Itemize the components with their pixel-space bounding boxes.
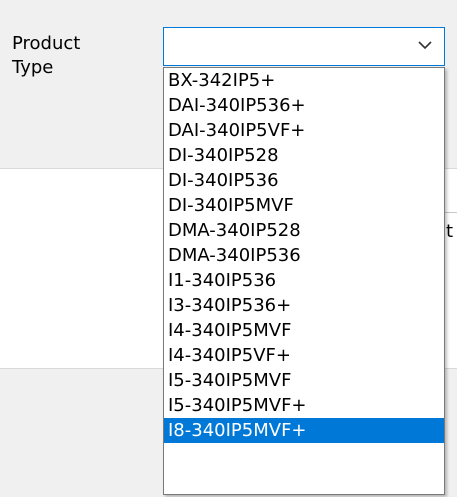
dropdown-option[interactable]: DMA-340IP528 xyxy=(164,218,444,243)
dropdown-option[interactable]: DI-340IP5MVF xyxy=(164,193,444,218)
product-type-label: Product Type xyxy=(12,32,132,80)
dropdown-option[interactable]: BX-342IP5+ xyxy=(164,68,444,93)
dropdown-option[interactable]: I4-340IP5VF+ xyxy=(164,343,444,368)
dropdown-option[interactable]: I4-340IP5MVF xyxy=(164,318,444,343)
background-partial-text: t xyxy=(446,221,454,242)
chevron-down-icon[interactable] xyxy=(416,36,434,54)
dropdown-option[interactable]: DI-340IP536 xyxy=(164,168,444,193)
dropdown-option[interactable]: I8-340IP5MVF+ xyxy=(164,418,444,443)
product-type-dropdown-list[interactable]: BX-342IP5+ DAI-340IP536+ DAI-340IP5VF+ DI-3… xyxy=(163,67,445,495)
dropdown-option[interactable]: DAI-340IP536+ xyxy=(164,93,444,118)
dropdown-option[interactable]: I5-340IP5MVF xyxy=(164,368,444,393)
dropdown-option[interactable]: DAI-340IP5VF+ xyxy=(164,118,444,143)
dropdown-option[interactable]: I5-340IP5MVF+ xyxy=(164,393,444,418)
dropdown-option[interactable]: DI-340IP528 xyxy=(164,143,444,168)
dropdown-option[interactable]: DMA-340IP536 xyxy=(164,243,444,268)
product-type-label-text: Product Type xyxy=(12,33,81,78)
product-type-combobox[interactable] xyxy=(163,27,445,66)
dropdown-option[interactable]: I3-340IP536+ xyxy=(164,293,444,318)
dropdown-option[interactable]: I1-340IP536 xyxy=(164,268,444,293)
